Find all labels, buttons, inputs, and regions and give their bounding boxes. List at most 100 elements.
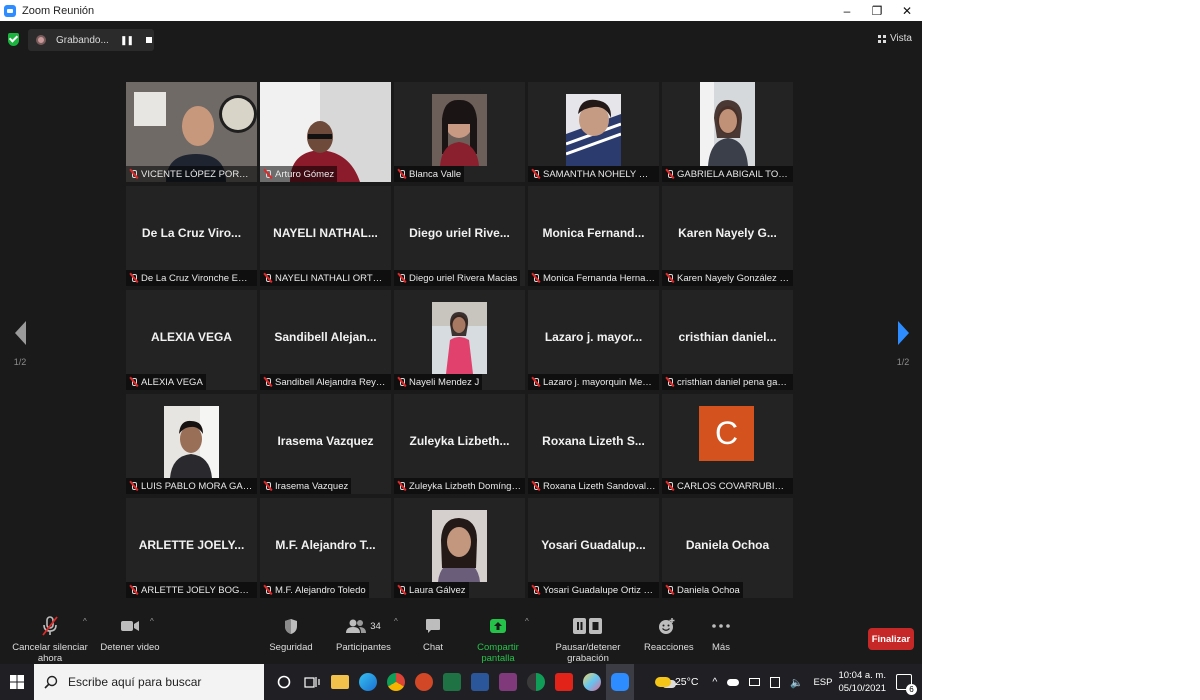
volume-icon[interactable]: 🔈 [790,676,803,689]
participant-tile[interactable]: ALEXIA VEGA ALEXIA VEGA [126,290,257,390]
participant-name: De La Cruz Vironche Emma... [141,272,254,284]
participant-tile[interactable]: LUIS PABLO MORA GARCIA [126,394,257,494]
acrobat-icon[interactable] [550,664,578,700]
chat-button[interactable]: Chat [418,616,448,653]
participant-tile[interactable]: Zuleyka Lizbeth... Zuleyka Lizbeth Domíng… [394,394,525,494]
participant-gallery: VICENTE LÓPEZ PORTILLO Arturo Gómez Blanca… [126,82,796,602]
pause-stop-recording-button[interactable]: Pausar/detener grabación [541,616,635,664]
participant-tile[interactable]: Monica Fernand... Monica Fernanda Hernand… [528,186,659,286]
muted-mic-icon [263,377,272,387]
participant-tile[interactable]: GABRIELA ABIGAIL TOPETE ... [662,82,793,182]
stop-recording-icon[interactable] [146,37,153,43]
video-options-caret[interactable]: ^ [150,616,154,627]
onenote-icon[interactable] [494,664,522,700]
word-icon[interactable] [466,664,494,700]
muted-mic-icon [397,481,406,491]
participant-display-name: Zuleyka Lizbeth... [409,434,510,448]
participant-tile[interactable]: M.F. Alejandro T... M.F. Alejandro Toledo [260,498,391,598]
more-button[interactable]: Más [706,616,736,653]
notification-center-icon[interactable]: 6 [896,674,917,695]
participant-tile[interactable]: Arturo Gómez [260,82,391,182]
view-button[interactable]: Vista [877,33,912,44]
participant-name-label: Lazaro j. mayorquin Medina [528,374,659,390]
participant-tile[interactable]: Irasema Vazquez Irasema Vazquez [260,394,391,494]
encryption-shield-icon[interactable] [8,33,19,46]
participant-tile[interactable]: VICENTE LÓPEZ PORTILLO [126,82,257,182]
previous-page-button[interactable]: 1/2 [5,321,35,367]
muted-mic-icon [129,377,138,387]
powerpoint-icon[interactable] [410,664,438,700]
participants-button[interactable]: 34 Participantes [336,616,391,653]
onedrive-cloud-icon[interactable] [727,678,740,686]
zoom-app: Zoom Reunión – ❐ ✕ Grabando... ❚❚ Vista … [0,0,1200,700]
participant-avatar: C [699,406,754,461]
muted-mic-icon [665,585,674,595]
pause-recording-icon[interactable]: ❚❚ [120,35,134,46]
unmute-label: Cancelar silenciar ahora [12,642,88,664]
unmute-button[interactable]: Cancelar silenciar ahora [6,616,94,664]
end-meeting-button[interactable]: Finalizar [868,628,914,650]
participant-tile[interactable]: ARLETTE JOELY... ARLETTE JOELY BOGARIN ..… [126,498,257,598]
security-button[interactable]: Seguridad [266,616,316,653]
edge-icon[interactable] [354,664,382,700]
muted-mic-icon [129,273,138,283]
zoom-taskbar-icon[interactable] [606,664,634,700]
grid-view-icon [877,34,886,43]
chrome-app-icon[interactable] [522,664,550,700]
participant-tile[interactable]: Daniela Ochoa Daniela Ochoa [662,498,793,598]
restore-button[interactable]: ❐ [862,0,892,21]
participant-tile[interactable]: SAMANTHA NOHELY MOY... [528,82,659,182]
participant-tile[interactable]: Karen Nayely G... Karen Nayely González C… [662,186,793,286]
page-indicator-right: 1/2 [896,357,910,367]
participant-tile[interactable]: Yosari Guadalup... Yosari Guadalupe Ortiz… [528,498,659,598]
participant-tile[interactable]: C CARLOS COVARRUBIAS AR... [662,394,793,494]
audio-options-caret[interactable]: ^ [83,616,87,627]
muted-mic-icon [397,169,406,179]
next-page-button[interactable]: 1/2 [888,321,918,367]
clock[interactable]: 10:04 a. m. 05/10/2021 [838,669,886,695]
participant-tile[interactable]: Diego uriel Rive... Diego uriel Rivera Ma… [394,186,525,286]
participant-tile[interactable]: De La Cruz Viro... De La Cruz Vironche Em… [126,186,257,286]
weather-cloud-icon[interactable] [654,677,671,687]
participant-name-label: Daniela Ochoa [662,582,743,598]
language-indicator[interactable]: ESP [813,677,832,688]
participant-tile[interactable]: Nayeli Mendez J [394,290,525,390]
share-screen-button[interactable]: Compartir pantalla [464,616,532,664]
participant-tile[interactable]: cristhian daniel... cristhian daniel pena… [662,290,793,390]
close-button[interactable]: ✕ [892,0,922,21]
start-button[interactable] [0,664,34,700]
participant-tile[interactable]: Laura Gálvez [394,498,525,598]
reactions-button[interactable]: Reacciones [644,616,694,653]
task-view-icon[interactable] [298,664,326,700]
notification-count: 6 [906,684,917,695]
chrome-icon[interactable] [382,664,410,700]
participants-count: 34 [370,620,381,632]
minimize-button[interactable]: – [832,0,862,21]
participant-tile[interactable]: NAYELI NATHAL... NAYELI NATHALI ORTEGA A.… [260,186,391,286]
cortana-icon[interactable] [270,664,298,700]
taskbar-search-box[interactable]: Escribe aquí para buscar [34,664,264,700]
search-icon [44,675,58,689]
share-options-caret[interactable]: ^ [525,616,529,627]
participants-options-caret[interactable]: ^ [394,616,398,627]
participant-tile[interactable]: Sandibell Alejan... Sandibell Alejandra R… [260,290,391,390]
participant-tile[interactable]: Lazaro j. mayor... Lazaro j. mayorquin Me… [528,290,659,390]
weather-temp[interactable]: 25°C [675,676,698,688]
paint-icon[interactable] [578,664,606,700]
network-icon[interactable] [749,678,761,686]
participant-name-label: Monica Fernanda Hernand... [528,270,659,286]
participants-label: Participantes [336,642,391,653]
muted-mic-icon [665,169,674,179]
participant-name: Blanca Valle [409,168,462,180]
file-explorer-icon[interactable] [326,664,354,700]
participant-name-label: Diego uriel Rivera Macias [394,270,521,286]
more-label: Más [712,642,730,653]
participant-name: SAMANTHA NOHELY MOY... [543,168,656,180]
participant-tile[interactable]: Roxana Lizeth S... Roxana Lizeth Sandoval… [528,394,659,494]
excel-icon[interactable] [438,664,466,700]
battery-icon[interactable] [770,676,781,688]
show-hidden-icons[interactable]: ^ [712,676,717,688]
participant-tile[interactable]: Blanca Valle [394,82,525,182]
participant-name: GABRIELA ABIGAIL TOPETE ... [677,168,790,180]
participant-name: ARLETTE JOELY BOGARIN ... [141,584,254,596]
